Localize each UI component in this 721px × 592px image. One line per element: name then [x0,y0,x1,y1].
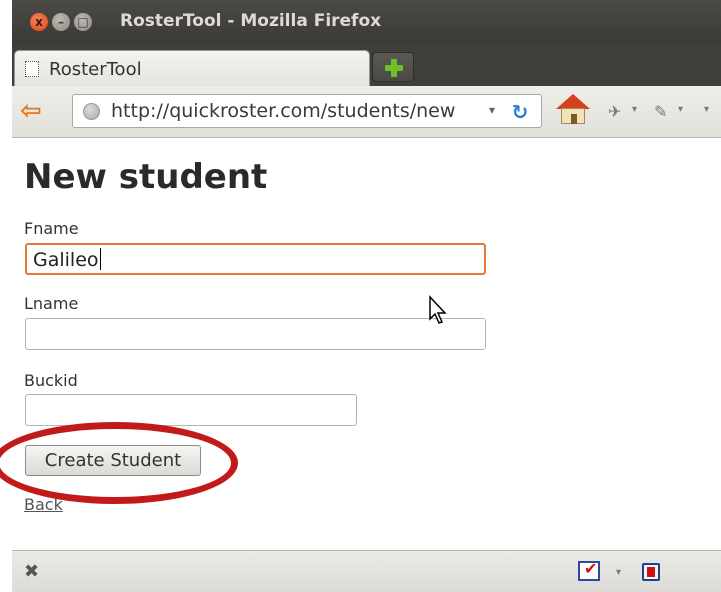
checkmark-icon: ✔ [584,559,598,578]
navigation-toolbar: ⇦ http://quickroster.com/students/new ▾ … [12,86,721,138]
close-icon: x [35,15,43,29]
home-body [561,108,585,124]
text-caret [99,248,101,270]
plus-icon-vertical [391,59,397,77]
minimize-icon: – [58,15,64,29]
fname-label: Fname [24,219,79,238]
new-tab-button[interactable] [372,52,414,82]
tab-label: RosterTool [49,59,142,80]
reload-icon[interactable]: ↻ [509,101,531,123]
status-bar: ✖ ✔ ▾ [12,550,721,592]
tab-strip: RosterTool [12,44,721,86]
url-history-dropdown-icon[interactable]: ▾ [489,103,495,117]
window-minimize-button[interactable]: – [52,13,70,31]
globe-icon [83,103,100,120]
validator-icon[interactable]: ✔ [578,559,600,581]
toolbar-overflow-dropdown-icon[interactable]: ▾ [704,104,709,115]
window-title: RosterTool - Mozilla Firefox [120,11,382,31]
page-content: New student Fname Galileo Lname Buckid C… [0,139,721,550]
window-titlebar: x – □ RosterTool - Mozilla Firefox [12,0,721,44]
addon-icon[interactable]: ✈ [608,102,621,121]
fname-value: Galileo [33,249,99,271]
buckid-label: Buckid [24,371,78,390]
maximize-icon: □ [77,15,89,29]
eyedropper-icon[interactable]: ✎ [654,102,667,121]
close-findbar-icon[interactable]: ✖ [24,561,39,582]
page-title: New student [24,157,268,197]
addon-dropdown-icon[interactable]: ▾ [632,104,637,115]
home-icon[interactable] [556,94,590,126]
addon-status-icon[interactable] [640,559,662,583]
fname-input[interactable]: Galileo [25,243,486,275]
window-maximize-button[interactable]: □ [74,13,92,31]
url-text[interactable]: http://quickroster.com/students/new [111,100,455,122]
home-door [571,114,577,124]
red-highlight-ellipse [0,422,238,504]
home-roof [556,94,590,109]
addon-status-mark [647,567,655,577]
back-link[interactable]: Back [24,495,63,514]
mouse-pointer-icon [429,295,447,324]
blank-page-icon [25,61,39,77]
validator-dropdown-icon[interactable]: ▾ [616,567,621,578]
url-bar[interactable]: http://quickroster.com/students/new ▾ ↻ [72,94,542,128]
back-arrow-icon[interactable]: ⇦ [20,98,52,124]
window-close-button[interactable]: x [30,13,48,31]
buckid-input[interactable] [25,394,357,426]
lname-input[interactable] [25,318,486,350]
lname-label: Lname [24,294,79,313]
tab-rostertool[interactable]: RosterTool [14,50,370,86]
eyedropper-dropdown-icon[interactable]: ▾ [678,104,683,115]
